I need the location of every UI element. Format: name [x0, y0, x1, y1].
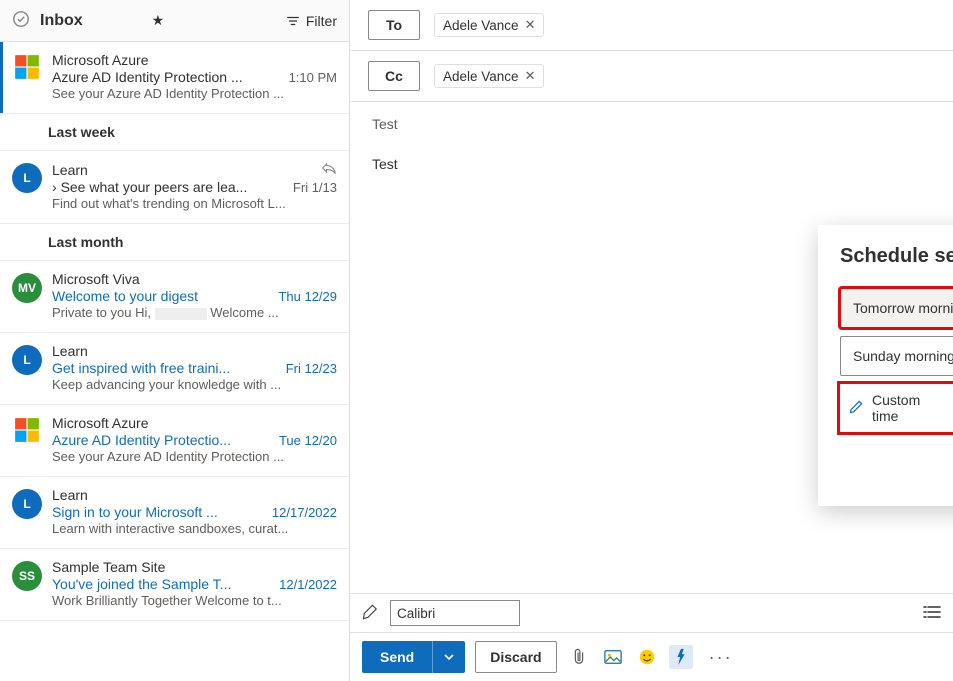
option-tomorrow-morning[interactable]: Tomorrow morning Wed 8:00 AM	[840, 288, 953, 328]
message-from: Sample Team Site	[52, 559, 165, 575]
chip-remove-icon[interactable]: ✕	[525, 68, 536, 84]
schedule-send-dialog: Schedule send ✕ Tomorrow morning Wed 8:0…	[818, 225, 953, 506]
message-preview: Private to you Hi, Welcome ...	[52, 305, 337, 320]
message-from: Microsoft Azure	[52, 52, 148, 68]
filter-label: Filter	[306, 13, 337, 29]
compose-panel: To Adele Vance ✕ Cc Adele Vance ✕ Test T…	[350, 0, 953, 681]
chevron-down-icon	[443, 651, 455, 663]
font-select[interactable]: Calibri	[390, 600, 520, 626]
option-custom-time[interactable]: Custom time	[840, 384, 953, 432]
chip-remove-icon[interactable]: ✕	[525, 17, 536, 33]
subject-display[interactable]: Test	[368, 116, 398, 132]
microsoft-logo-icon	[12, 54, 42, 80]
message-from: Learn	[52, 343, 88, 359]
chip-label: Adele Vance	[443, 18, 519, 33]
message-preview: See your Azure AD Identity Protection ..…	[52, 449, 337, 464]
attach-file-icon[interactable]	[567, 645, 591, 669]
message-date: Thu 12/29	[278, 289, 337, 304]
message-date: 12/17/2022	[272, 505, 337, 520]
send-toolbar: Send Discard ···	[350, 633, 953, 681]
filter-icon	[286, 14, 300, 28]
send-split-button: Send	[362, 641, 465, 673]
list-icon[interactable]	[923, 604, 941, 623]
message-from: Learn	[52, 487, 88, 503]
message-subject: › See what your peers are lea...	[52, 179, 247, 195]
format-painter-icon[interactable]	[362, 603, 382, 624]
message-preview: Work Brilliantly Together Welcome to t..…	[52, 593, 337, 608]
insert-picture-icon[interactable]	[601, 645, 625, 669]
avatar: L	[12, 489, 42, 519]
filter-button[interactable]: Filter	[286, 13, 337, 29]
message-preview: Find out what's trending on Microsoft L.…	[52, 196, 337, 211]
message-date: 12/1/2022	[279, 577, 337, 592]
send-button[interactable]: Send	[362, 641, 432, 673]
message-subject: Get inspired with free traini...	[52, 360, 230, 376]
message-from: Learn	[52, 162, 88, 178]
message-item[interactable]: L Learn Get inspired with free traini...…	[0, 333, 349, 405]
send-options-dropdown[interactable]	[432, 641, 465, 673]
dialog-title: Schedule send	[840, 245, 953, 268]
emoji-icon[interactable]	[635, 645, 659, 669]
message-preview: Keep advancing your knowledge with ...	[52, 377, 337, 392]
message-subject: Azure AD Identity Protection ...	[52, 69, 243, 85]
pencil-icon	[848, 399, 864, 418]
to-button[interactable]: To	[368, 10, 420, 40]
more-options-icon[interactable]: ···	[703, 647, 739, 668]
option-sunday-morning[interactable]: Sunday morning Sun 8:00 AM	[840, 336, 953, 376]
formatting-toolbar: Calibri	[350, 593, 953, 633]
message-subject: Azure AD Identity Protectio...	[52, 432, 231, 448]
message-item[interactable]: L Learn Sign in to your Microsoft ... 12…	[0, 477, 349, 549]
message-from: Microsoft Azure	[52, 415, 148, 431]
message-item[interactable]: MV Microsoft Viva Welcome to your digest…	[0, 261, 349, 333]
cc-row: Cc Adele Vance ✕	[350, 51, 953, 102]
star-icon[interactable]: ★	[152, 12, 165, 29]
avatar: SS	[12, 561, 42, 591]
redacted-text	[155, 308, 207, 320]
message-preview: Learn with interactive sandboxes, curat.…	[52, 521, 337, 536]
inbox-title: Inbox	[40, 12, 142, 30]
message-item[interactable]: SS Sample Team Site You've joined the Sa…	[0, 549, 349, 621]
message-subject: Sign in to your Microsoft ...	[52, 504, 218, 520]
message-item[interactable]: Microsoft Azure Azure AD Identity Protec…	[0, 405, 349, 477]
discard-button[interactable]: Discard	[475, 641, 556, 673]
cc-chip[interactable]: Adele Vance ✕	[434, 64, 544, 88]
message-date: Tue 12/20	[279, 433, 337, 448]
subject-row: Test	[350, 102, 953, 146]
message-date: 1:10 PM	[289, 70, 337, 85]
reply-icon	[321, 161, 337, 178]
message-date: Fri 12/23	[286, 361, 337, 376]
chip-label: Adele Vance	[443, 69, 519, 84]
message-subject: Welcome to your digest	[52, 288, 198, 304]
date-group-last-week: Last week	[0, 114, 349, 151]
message-from: Microsoft Viva	[52, 271, 140, 287]
avatar: L	[12, 345, 42, 375]
schedule-send-icon[interactable]	[669, 645, 693, 669]
message-list: Microsoft Azure Azure AD Identity Protec…	[0, 42, 349, 621]
message-item[interactable]: L Learn › See what your peers are lea...…	[0, 151, 349, 224]
message-preview: See your Azure AD Identity Protection ..…	[52, 86, 337, 101]
message-date: Fri 1/13	[293, 180, 337, 195]
cc-button[interactable]: Cc	[368, 61, 420, 91]
message-item[interactable]: Microsoft Azure Azure AD Identity Protec…	[0, 42, 349, 114]
microsoft-logo-icon	[12, 417, 42, 443]
to-row: To Adele Vance ✕	[350, 0, 953, 51]
inbox-panel: Inbox ★ Filter Microsoft Azure Azure AD …	[0, 0, 350, 681]
inbox-header: Inbox ★ Filter	[0, 0, 349, 42]
message-subject: You've joined the Sample T...	[52, 576, 231, 592]
to-chip[interactable]: Adele Vance ✕	[434, 13, 544, 37]
custom-time-label: Custom time	[872, 392, 950, 424]
option-label: Sunday morning	[853, 348, 953, 364]
avatar: L	[12, 163, 42, 193]
select-all-icon[interactable]	[12, 10, 30, 31]
avatar: MV	[12, 273, 42, 303]
option-label: Tomorrow morning	[853, 300, 953, 316]
date-group-last-month: Last month	[0, 224, 349, 261]
